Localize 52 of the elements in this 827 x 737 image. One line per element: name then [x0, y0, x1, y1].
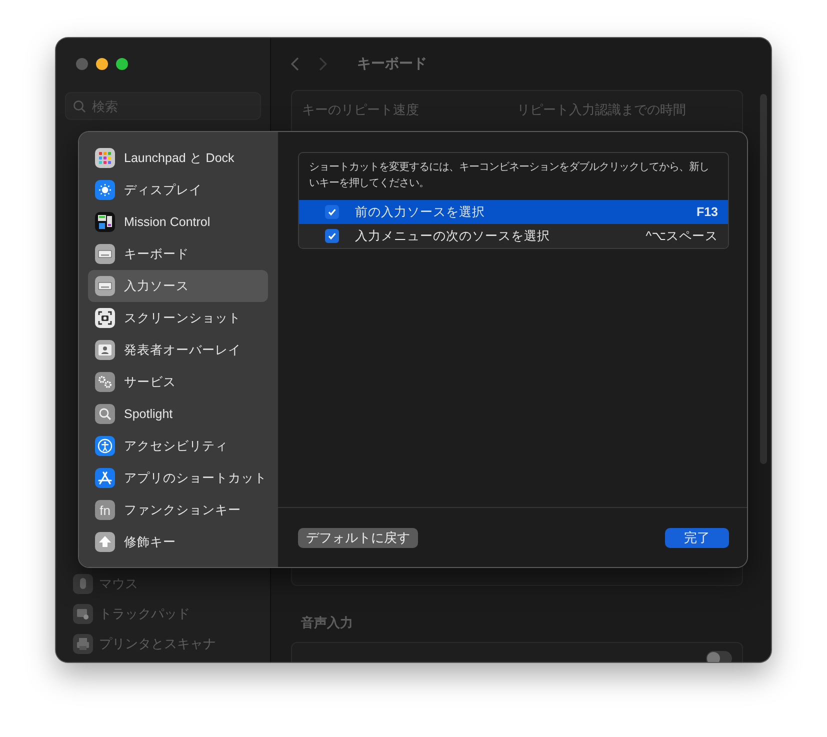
- shortcut-row[interactable]: 入力メニューの次のソースを選択 ^⌥スペース: [299, 224, 728, 248]
- category-item[interactable]: fn ファンクションキー: [88, 494, 268, 526]
- window-title: キーボード: [357, 55, 427, 73]
- check-icon: [327, 231, 337, 241]
- checkbox[interactable]: [325, 229, 339, 243]
- scrollbar[interactable]: [760, 94, 767, 464]
- sun-icon: [95, 180, 115, 200]
- close-button[interactable]: [76, 58, 88, 70]
- gears-icon: [95, 372, 115, 392]
- shortcut-label: 入力メニューの次のソースを選択: [355, 228, 551, 244]
- category-item[interactable]: アクセシビリティ: [88, 430, 268, 462]
- category-item[interactable]: キーボード: [88, 238, 268, 270]
- category-item[interactable]: 修飾キー: [88, 526, 268, 558]
- key-combination[interactable]: F13: [696, 205, 718, 219]
- instruction-text: ショートカットを変更するには、キーコンビネーションをダブルクリックしてから、新しいキーを押してください。: [308, 160, 710, 191]
- category-item[interactable]: Launchpad と Dock: [88, 142, 268, 174]
- section-title: 音声入力: [301, 614, 354, 632]
- toggle-switch[interactable]: [706, 650, 732, 662]
- done-button[interactable]: 完了: [665, 528, 729, 548]
- slider-label: キーのリピート速度: [302, 101, 420, 119]
- accessibility-icon: [95, 436, 115, 456]
- search-icon: [95, 404, 115, 424]
- keyboard-icon: [95, 276, 115, 296]
- windows-icon: [95, 212, 115, 232]
- category-item[interactable]: 入力ソース: [88, 270, 268, 302]
- restore-defaults-button[interactable]: デフォルトに戻す: [298, 528, 418, 548]
- fn-key-icon: fn: [95, 500, 115, 520]
- zoom-button[interactable]: [116, 58, 128, 70]
- shortcut-row[interactable]: 前の入力ソースを選択 F13: [299, 200, 728, 224]
- trackpad-icon: [73, 604, 93, 624]
- minimize-button[interactable]: [96, 58, 108, 70]
- app-store-icon: [95, 468, 115, 488]
- search-icon: [73, 100, 86, 113]
- shortcut-label: 前の入力ソースを選択: [355, 204, 486, 220]
- app-grid-icon: [95, 148, 115, 168]
- category-item[interactable]: サービス: [88, 366, 268, 398]
- back-icon[interactable]: [291, 57, 299, 71]
- category-item[interactable]: アプリのショートカット: [88, 462, 268, 494]
- mouse-icon: [73, 574, 93, 594]
- person-icon: [95, 340, 115, 360]
- check-icon: [327, 207, 337, 217]
- category-item[interactable]: Spotlight: [88, 398, 268, 430]
- viewfinder-icon: [95, 308, 115, 328]
- category-item[interactable]: ディスプレイ: [88, 174, 268, 206]
- printer-icon: [73, 634, 93, 654]
- category-item[interactable]: スクリーンショット: [88, 302, 268, 334]
- keyboard-icon: [95, 244, 115, 264]
- key-combination[interactable]: ^⌥スペース: [646, 228, 718, 244]
- slider-label: リピート入力認識までの時間: [517, 101, 687, 119]
- category-item[interactable]: 発表者オーバーレイ: [88, 334, 268, 366]
- category-item[interactable]: Mission Control: [88, 206, 268, 238]
- checkbox[interactable]: [325, 205, 339, 219]
